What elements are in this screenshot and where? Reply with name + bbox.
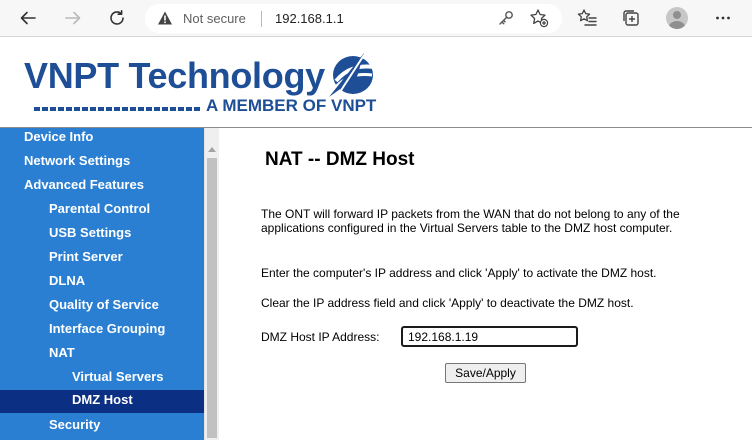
address-separator — [261, 11, 262, 27]
sidebar-item-device-info[interactable]: Device Info — [0, 128, 204, 152]
sidebar-item-dmz-host[interactable]: DMZ Host — [0, 390, 204, 413]
profile-avatar[interactable] — [666, 7, 688, 29]
vnpt-logo-icon — [329, 53, 375, 97]
scrollbar-thumb[interactable] — [207, 158, 217, 438]
favorites-button[interactable] — [572, 4, 602, 32]
deactivate-hint-text: Clear the IP address field and click 'Ap… — [261, 296, 634, 310]
sidebar-item-security[interactable]: Security — [0, 416, 204, 440]
logo-subtitle: A MEMBER OF VNPT — [206, 96, 377, 115]
browser-toolbar: Not secure 192.168.1.1 — [0, 0, 752, 37]
security-label[interactable]: Not secure — [183, 11, 246, 26]
sidebar-item-print-server[interactable]: Print Server — [0, 248, 204, 272]
logo-underline — [34, 107, 202, 111]
page-header: VNPT Technology A MEMBER OF VNPT — [0, 37, 752, 128]
favorites-list-icon — [577, 9, 597, 26]
sidebar-item-dlna[interactable]: DLNA — [0, 272, 204, 296]
dmz-ip-label: DMZ Host IP Address: — [261, 330, 380, 344]
sidebar-item-network-settings[interactable]: Network Settings — [0, 152, 204, 176]
collections-button[interactable] — [616, 4, 646, 32]
back-button[interactable] — [13, 4, 43, 32]
avatar-head — [673, 11, 681, 19]
main-content: NAT -- DMZ Host The ONT will forward IP … — [219, 128, 752, 440]
arrow-left-icon — [20, 11, 36, 25]
sidebar-item-usb-settings[interactable]: USB Settings — [0, 224, 204, 248]
dmz-ip-input[interactable] — [401, 326, 578, 347]
sidebar-item-advanced-features[interactable]: Advanced Features — [0, 176, 204, 200]
page-title: NAT -- DMZ Host — [265, 149, 415, 170]
sidebar-item-quality-of-service[interactable]: Quality of Service — [0, 296, 204, 320]
sidebar-item-nat[interactable]: NAT — [0, 344, 204, 368]
save-apply-button[interactable]: Save/Apply — [445, 363, 526, 383]
collections-icon — [623, 10, 639, 26]
sidebar-scrollbar[interactable] — [204, 128, 219, 440]
address-bar[interactable]: Not secure 192.168.1.1 — [145, 4, 562, 33]
sidebar-nav: Device Info Network Settings Advanced Fe… — [0, 128, 204, 440]
warning-icon[interactable] — [157, 10, 173, 31]
sidebar-item-interface-grouping[interactable]: Interface Grouping — [0, 320, 204, 344]
arrow-right-icon — [65, 11, 81, 25]
key-icon[interactable] — [497, 9, 515, 32]
avatar-body — [669, 21, 685, 29]
logo-text: VNPT Technology — [24, 55, 325, 96]
description-text: The ONT will forward IP packets from the… — [261, 207, 680, 235]
activate-hint-text: Enter the computer's IP address and clic… — [261, 266, 657, 280]
forward-button[interactable] — [58, 4, 88, 32]
url-text[interactable]: 192.168.1.1 — [275, 11, 344, 26]
more-icon — [716, 16, 730, 20]
reload-button[interactable] — [102, 4, 132, 32]
reload-icon — [110, 10, 124, 25]
sidebar-item-parental-control[interactable]: Parental Control — [0, 200, 204, 224]
settings-menu-button[interactable] — [708, 4, 738, 32]
add-favorite-icon[interactable] — [529, 8, 549, 33]
scroll-up-arrow-icon[interactable] — [208, 147, 216, 152]
sidebar-item-virtual-servers[interactable]: Virtual Servers — [0, 368, 204, 392]
